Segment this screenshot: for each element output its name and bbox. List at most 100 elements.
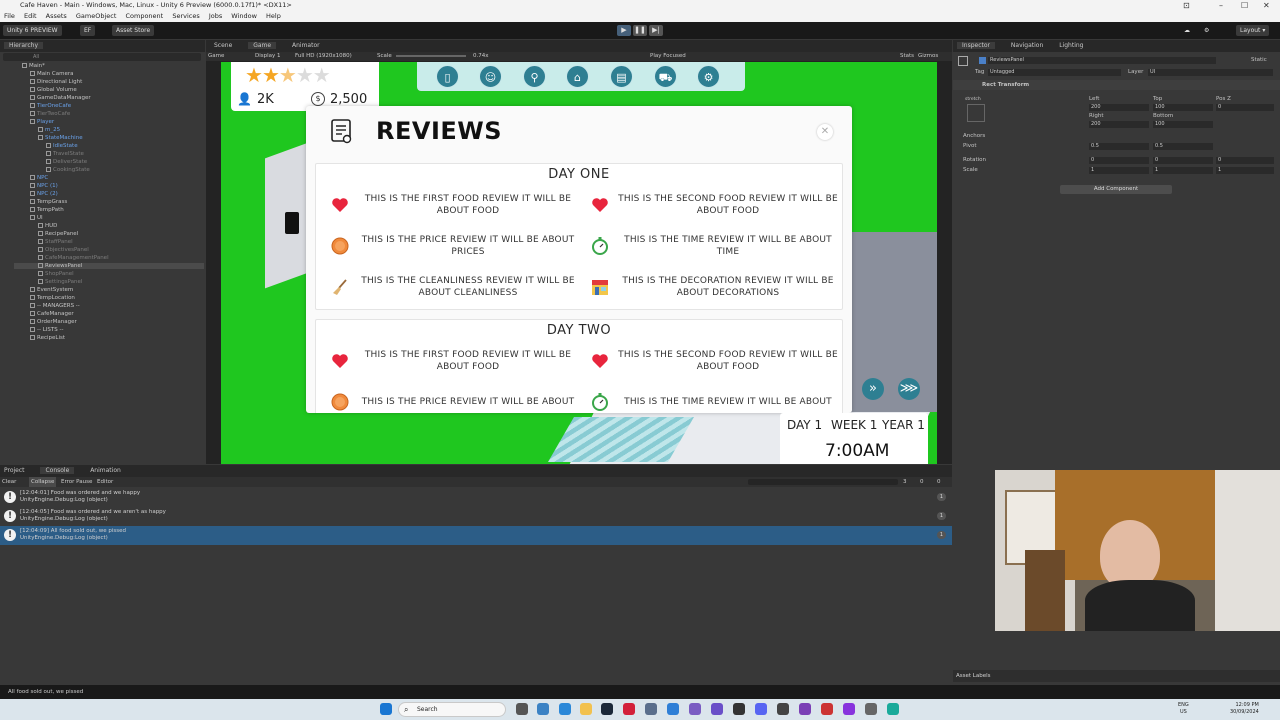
error-count[interactable]: 0 xyxy=(937,477,941,487)
collapse-button[interactable]: Collapse xyxy=(29,477,57,487)
hierarchy-item[interactable]: ShopPanel xyxy=(38,271,74,277)
pause-icon[interactable]: ❚❚ xyxy=(633,25,647,36)
stats-button[interactable]: Stats xyxy=(900,52,914,61)
unity-icon[interactable] xyxy=(733,703,745,715)
chef-icon[interactable]: ☺ xyxy=(479,65,502,88)
fast-forward-icon[interactable]: » xyxy=(862,378,884,400)
window-restore-icon[interactable]: ⊡ xyxy=(1183,0,1190,11)
steam-icon[interactable] xyxy=(601,703,613,715)
info-count[interactable]: 3 xyxy=(903,477,907,487)
close-icon[interactable]: ✕ xyxy=(817,124,833,140)
hierarchy-item[interactable]: CafeManager xyxy=(30,311,74,317)
top-input[interactable]: 100 xyxy=(1153,104,1213,111)
active-checkbox[interactable] xyxy=(979,57,986,64)
display-dropdown[interactable]: Display 1 xyxy=(255,52,281,61)
hierarchy-item[interactable]: m_25 xyxy=(38,127,60,133)
hierarchy-item[interactable]: TierTwoCafe xyxy=(30,111,70,117)
anchor-preset-icon[interactable] xyxy=(967,104,985,122)
hierarchy-item[interactable]: Main Camera xyxy=(30,71,73,77)
hierarchy-search-input[interactable]: All xyxy=(3,53,201,61)
log-entry[interactable]: ! [12:04:09] All food sold out, we pissed… xyxy=(0,526,952,545)
visual-studio-icon[interactable] xyxy=(799,703,811,715)
hierarchy-item[interactable]: StateMachine xyxy=(38,135,83,141)
console-search-input[interactable] xyxy=(748,479,898,485)
hierarchy-item[interactable]: RecipeList xyxy=(30,335,65,341)
menu-component[interactable]: Component xyxy=(125,12,163,20)
pivot-y-input[interactable]: 0.5 xyxy=(1153,143,1213,150)
scale-x-input[interactable]: 1 xyxy=(1089,167,1149,174)
fridge-icon[interactable]: ▤ xyxy=(610,65,633,88)
hierarchy-item[interactable]: NPC (2) xyxy=(30,191,58,197)
hierarchy-item[interactable]: TierOneCafe xyxy=(30,103,71,109)
taskbar-search[interactable]: ⌕ Search xyxy=(398,702,506,717)
tab-project[interactable]: Project xyxy=(4,467,25,474)
unity-hub-icon[interactable] xyxy=(777,703,789,715)
step-icon[interactable]: ▶| xyxy=(649,25,663,36)
hierarchy-item[interactable]: NPC (1) xyxy=(30,183,58,189)
hierarchy-item[interactable]: TravelState xyxy=(46,151,84,157)
log-entry[interactable]: ! [12:04:05] Food was ordered and we aren… xyxy=(0,507,952,526)
menu-assets[interactable]: Assets xyxy=(46,12,67,20)
scale-slider[interactable] xyxy=(396,55,466,57)
menu-services[interactable]: Services xyxy=(172,12,199,20)
house-icon[interactable]: ⌂ xyxy=(566,65,589,88)
hierarchy-item[interactable]: RecipePanel xyxy=(38,231,78,237)
editor-dropdown[interactable]: Editor xyxy=(97,477,113,487)
whisk-icon[interactable]: ⚲ xyxy=(523,65,546,88)
app-icon[interactable] xyxy=(645,703,657,715)
tab-game[interactable]: Game xyxy=(248,42,277,49)
gizmos-button[interactable]: Gizmos xyxy=(918,52,938,61)
hierarchy-item[interactable]: Player xyxy=(30,119,54,125)
play-icon[interactable]: ▶ xyxy=(617,25,631,36)
menu-gameobject[interactable]: GameObject xyxy=(76,12,117,20)
app-icon[interactable] xyxy=(887,703,899,715)
opera-icon[interactable] xyxy=(623,703,635,715)
cloud-icon[interactable]: ☁ xyxy=(1180,25,1194,36)
faster-forward-icon[interactable]: ⋙ xyxy=(898,378,920,400)
anchors-foldout[interactable]: Anchors xyxy=(963,133,985,139)
clear-button[interactable]: Clear xyxy=(2,477,16,487)
object-name-input[interactable]: ReviewsPanel xyxy=(988,57,1216,64)
hierarchy-item[interactable]: UI xyxy=(30,215,43,221)
rotation-x-input[interactable]: 0 xyxy=(1089,157,1149,164)
tab-animation[interactable]: Animation xyxy=(90,467,121,474)
hierarchy-item[interactable]: -- MANAGERS -- xyxy=(30,303,80,309)
window-maximize-icon[interactable]: ☐ xyxy=(1241,0,1248,11)
hierarchy-item[interactable]: HUD xyxy=(38,223,57,229)
window-minimize-icon[interactable]: – xyxy=(1219,0,1223,11)
hierarchy-item[interactable]: SettingsPanel xyxy=(38,279,82,285)
collab-icon[interactable]: ⚙ xyxy=(1200,25,1213,36)
menu-window[interactable]: Window xyxy=(231,12,257,20)
app-icon[interactable] xyxy=(667,703,679,715)
menu-help[interactable]: Help xyxy=(266,12,281,20)
window-close-icon[interactable]: ✕ xyxy=(1263,0,1270,11)
hierarchy-item[interactable]: -- LISTS -- xyxy=(30,327,63,333)
layout-dropdown[interactable]: Layout ▾ xyxy=(1236,25,1270,36)
tag-dropdown[interactable]: Untagged xyxy=(988,69,1121,76)
file-explorer-icon[interactable] xyxy=(580,703,592,715)
posz-input[interactable]: 0 xyxy=(1216,104,1274,111)
copilot-icon[interactable] xyxy=(537,703,549,715)
lang-indicator[interactable]: ENG US xyxy=(1178,702,1189,716)
discord-icon[interactable] xyxy=(755,703,767,715)
layer-dropdown[interactable]: UI xyxy=(1148,69,1273,76)
play-focused-dropdown[interactable]: Play Focused xyxy=(650,52,686,61)
account-button[interactable]: Unity 6 PREVIEW xyxy=(3,25,62,36)
game-mode-dropdown[interactable]: Game xyxy=(208,52,224,61)
tab-console[interactable]: Console xyxy=(40,467,75,474)
scale-y-input[interactable]: 1 xyxy=(1153,167,1213,174)
pivot-x-input[interactable]: 0.5 xyxy=(1089,143,1149,150)
edge-icon[interactable] xyxy=(559,703,571,715)
menu-jobs[interactable]: Jobs xyxy=(209,12,222,20)
tab-scene[interactable]: Scene xyxy=(214,42,232,49)
left-input[interactable]: 200 xyxy=(1089,104,1149,111)
app-icon[interactable] xyxy=(711,703,723,715)
settings-app-icon[interactable] xyxy=(865,703,877,715)
app-icon[interactable] xyxy=(821,703,833,715)
asset-store-button[interactable]: Asset Store xyxy=(112,25,155,36)
log-entry[interactable]: ! [12:04:01] Food was ordered and we happ… xyxy=(0,488,952,507)
hierarchy-item[interactable]: Directional Light xyxy=(30,79,82,85)
hierarchy-item[interactable]: Global Volume xyxy=(30,87,77,93)
resolution-dropdown[interactable]: Full HD (1920x1080) xyxy=(295,52,352,61)
hierarchy-item[interactable]: StaffPanel xyxy=(38,239,73,245)
